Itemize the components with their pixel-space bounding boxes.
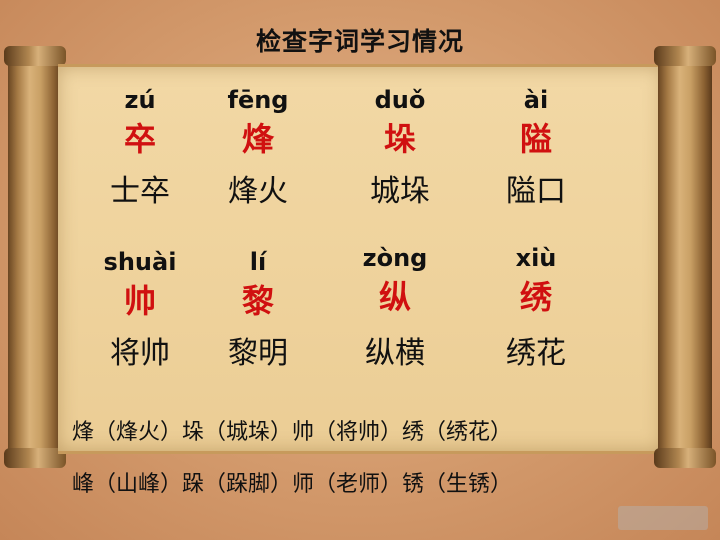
character: 绣 [519,278,552,316]
character: 烽 [241,120,274,158]
char-card-ai: ài 隘 隘口 [466,86,606,210]
char-card-zong: zòng 纵 纵横 [325,244,465,372]
character: 黎 [241,282,274,320]
pinyin: duǒ [374,86,426,114]
char-card-xiu: xiù 绣 绣花 [466,244,606,372]
pinyin: xiù [515,244,557,272]
pinyin: fēng [227,86,289,114]
scroll-rod-left [4,46,66,468]
char-card-duo: duǒ 垛 城垛 [330,86,470,210]
page-title: 检查字词学习情况 [255,27,464,56]
char-card-li: lí 黎 黎明 [188,248,328,372]
word: 纵横 [365,336,425,371]
pinyin: lí [249,248,267,276]
word: 黎明 [228,336,288,371]
word: 城垛 [370,174,430,209]
character: 隘 [519,120,552,158]
comparison-line-1: 烽（烽火）垛（城垛）帅（将帅）绣（绣花） [72,420,513,445]
scroll-rod-right [654,46,716,468]
character: 垛 [383,120,416,158]
word: 绣花 [506,336,566,371]
pinyin: ài [523,86,549,114]
char-card-feng: fēng 烽 烽火 [188,86,328,210]
word: 烽火 [228,174,288,209]
word: 隘口 [506,174,566,209]
pinyin: zòng [362,244,428,272]
comparison-line-2: 峰（山峰）跺（跺脚）师（老师）锈（生锈） [72,472,513,497]
watermark-logo [618,506,708,530]
character: 纵 [378,278,411,316]
